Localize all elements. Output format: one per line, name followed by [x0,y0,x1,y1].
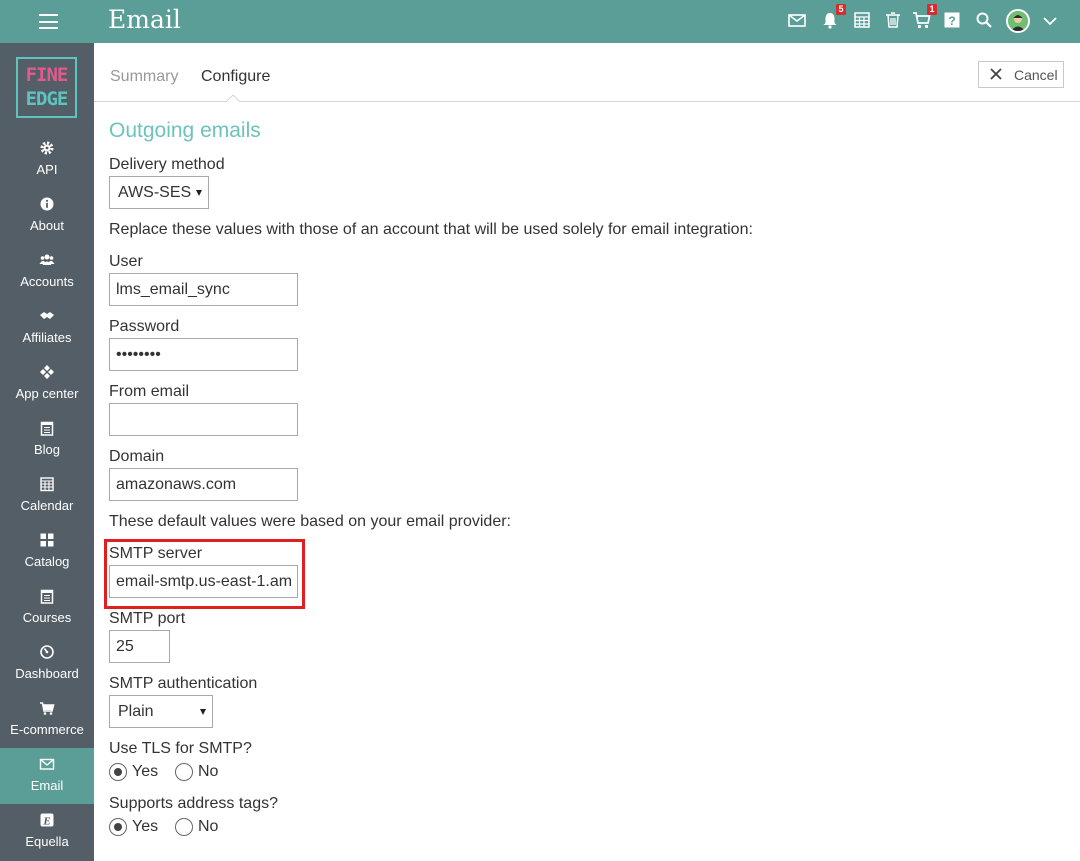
tls-no-radio[interactable] [175,763,193,781]
sidebar-item-label: About [30,218,64,233]
user-label: User [109,253,143,270]
gauge-icon [39,644,55,660]
equella-icon: E [39,812,55,828]
grid-icon [39,532,55,548]
domain-label: Domain [109,448,165,465]
replace-values-note: Replace these values with those of an ac… [109,221,753,238]
sidebar-item-label: App center [15,386,79,401]
sidebar: FINE EDGE API About Accounts Affiliates … [0,43,94,861]
dropdown-arrow-icon [200,709,206,715]
active-tab-caret [226,94,240,102]
tab-configure[interactable]: Configure [201,68,270,86]
sidebar-item-label: Email [30,778,64,793]
envelope-icon [39,756,55,772]
sidebar-item-label: Accounts [20,274,74,289]
tags-yes-radio[interactable] [109,818,127,836]
tls-no-label[interactable]: No [198,763,218,781]
tags-no-radio[interactable] [175,818,193,836]
defaults-note: These default values were based on your … [109,513,511,530]
tab-summary[interactable]: Summary [110,68,178,86]
info-icon [39,196,55,212]
sidebar-item-affiliates[interactable]: Affiliates [0,300,94,356]
sidebar-item-blog[interactable]: Blog [0,412,94,468]
tls-label: Use TLS for SMTP? [109,740,252,757]
mail-icon[interactable] [788,11,808,31]
smtp-port-field[interactable] [109,630,170,663]
sidebar-item-app-center[interactable]: App center [0,356,94,412]
fine-edge-logo[interactable]: FINE EDGE [16,57,77,118]
handshake-icon [39,308,55,324]
tags-no-label[interactable]: No [198,818,218,836]
smtp-port-label: SMTP port [109,610,186,627]
cancel-button[interactable]: Cancel [978,61,1064,88]
sidebar-item-label: API [36,162,58,177]
sidebar-item-label: Affiliates [22,330,72,345]
sidebar-item-label: Calendar [20,498,74,513]
notification-badge: 5 [836,4,846,15]
sidebar-item-e-commerce[interactable]: E-commerce [0,692,94,748]
apps-icon [39,364,55,380]
from-email-label: From email [109,383,190,400]
delivery-method-select[interactable]: AWS-SES [109,176,209,209]
sidebar-item-label: Blog [33,442,61,457]
smtp-auth-select[interactable]: Plain [109,695,213,728]
password-label: Password [109,318,180,335]
password-field[interactable] [109,338,298,371]
tags-yes-label[interactable]: Yes [132,818,158,836]
sidebar-item-equella[interactable]: E Equella [0,804,94,860]
notepad-icon [39,588,55,604]
search-icon[interactable] [975,11,995,31]
calendar-grid-icon[interactable] [853,11,873,31]
svg-text:E: E [42,815,50,827]
trash-icon[interactable] [884,11,904,31]
logo-line-1: FINE [25,64,69,86]
calendar-icon [39,476,55,492]
tls-yes-radio[interactable] [109,763,127,781]
address-tags-label: Supports address tags? [109,795,278,812]
cart-badge: 1 [927,4,937,15]
cancel-button-label: Cancel [1014,67,1058,83]
sidebar-item-label: Courses [22,610,72,625]
tls-yes-label[interactable]: Yes [132,763,158,781]
cart-icon[interactable]: 1 [912,4,937,31]
gear-icon [39,140,55,156]
tab-bar: Summary Configure Cancel [94,43,1080,102]
section-title: Outgoing emails [109,119,261,142]
sidebar-item-courses[interactable]: Courses [0,580,94,636]
smtp-server-field[interactable] [109,565,298,598]
sidebar-item-email[interactable]: Email [0,748,94,804]
user-field[interactable] [109,273,298,306]
avatar[interactable] [1006,9,1030,33]
logo-line-2: EDGE [25,88,69,110]
page-title: Email [108,5,181,34]
domain-field[interactable] [109,468,298,501]
sidebar-item-about[interactable]: About [0,188,94,244]
from-email-field[interactable] [109,403,298,436]
notepad-icon [39,420,55,436]
sidebar-item-catalog[interactable]: Catalog [0,524,94,580]
help-icon[interactable]: ? [943,11,963,31]
cart-icon [39,700,55,716]
delivery-method-value: AWS-SES [118,184,192,201]
top-bar: Email 5 1 ? [0,0,1080,43]
smtp-server-label: SMTP server [109,545,203,562]
chevron-down-icon[interactable] [1042,14,1062,34]
close-icon [990,68,1002,80]
sidebar-item-label: Dashboard [15,666,79,681]
sidebar-item-dashboard[interactable]: Dashboard [0,636,94,692]
sidebar-item-label: E-commerce [10,722,84,737]
smtp-auth-value: Plain [118,703,154,720]
smtp-auth-label: SMTP authentication [109,675,258,692]
svg-text:?: ? [948,14,955,28]
sidebar-item-accounts[interactable]: Accounts [0,244,94,300]
sidebar-item-label: Equella [25,834,69,849]
sidebar-item-calendar[interactable]: Calendar [0,468,94,524]
sidebar-item-label: Catalog [24,554,70,569]
sidebar-item-api[interactable]: API [0,132,94,188]
dropdown-arrow-icon [196,190,202,196]
bell-icon[interactable]: 5 [821,4,846,31]
users-icon [39,252,55,268]
delivery-method-label: Delivery method [109,156,225,173]
hamburger-menu-icon[interactable] [39,14,58,29]
